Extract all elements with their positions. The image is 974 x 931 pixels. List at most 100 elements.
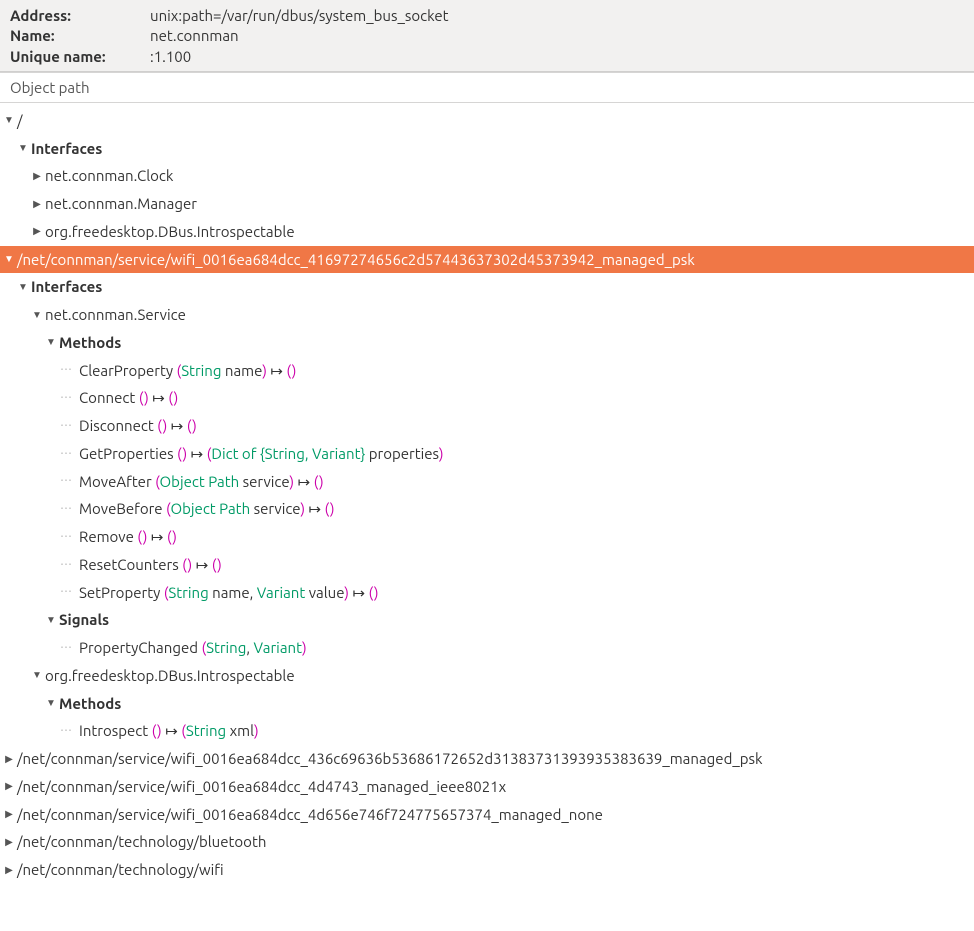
- expand-icon[interactable]: [2, 833, 16, 852]
- tree-node-method[interactable]: ResetCounters () ↦ (): [0, 551, 974, 579]
- tree-node-methods[interactable]: Methods: [0, 690, 974, 718]
- header-name-row: Name: net.connman: [10, 26, 964, 46]
- tree-node-method[interactable]: Disconnect () ↦ (): [0, 412, 974, 440]
- tree-node-method[interactable]: Remove () ↦ (): [0, 523, 974, 551]
- tree-node-service-selected[interactable]: /net/connman/service/wifi_0016ea684dcc_4…: [0, 246, 974, 274]
- tree-guide-icon: [58, 443, 78, 465]
- tree-node-interface[interactable]: net.connman.Manager: [0, 190, 974, 218]
- tree-node-interfaces[interactable]: Interfaces: [0, 273, 974, 301]
- expand-icon[interactable]: [2, 777, 16, 796]
- address-label: Address:: [10, 6, 150, 26]
- method-signature: Disconnect () ↦ (): [78, 412, 197, 440]
- object-tree: / Interfaces net.connman.Clock net.connm…: [0, 103, 974, 894]
- tree-guide-icon: [58, 387, 78, 409]
- tree-node-path[interactable]: /net/connman/service/wifi_0016ea684dcc_4…: [0, 801, 974, 829]
- tree-node-method[interactable]: SetProperty (String name, Variant value)…: [0, 579, 974, 607]
- expand-icon[interactable]: [2, 750, 16, 769]
- tree-node-method[interactable]: MoveBefore (Object Path service) ↦ (): [0, 495, 974, 523]
- method-signature: ClearProperty (String name) ↦ (): [78, 357, 297, 385]
- node-label: /net/connman/service/wifi_0016ea684dcc_4…: [16, 801, 603, 829]
- tree-node-path[interactable]: /net/connman/technology/wifi: [0, 856, 974, 884]
- expand-icon[interactable]: [2, 250, 16, 269]
- unique-name-label: Unique name:: [10, 47, 150, 67]
- name-value: net.connman: [150, 26, 239, 46]
- tree-guide-icon: [58, 526, 78, 548]
- tree-node-method[interactable]: Connect () ↦ (): [0, 384, 974, 412]
- node-label: Interfaces: [30, 273, 102, 301]
- tree-node-interface[interactable]: org.freedesktop.DBus.Introspectable: [0, 662, 974, 690]
- expand-icon[interactable]: [16, 278, 30, 297]
- expand-icon[interactable]: [30, 666, 44, 685]
- method-name: Connect: [79, 389, 135, 406]
- tree-node-method[interactable]: ClearProperty (String name) ↦ (): [0, 357, 974, 385]
- node-label: /net/connman/technology/wifi: [16, 856, 224, 884]
- node-label: /net/connman/service/wifi_0016ea684dcc_4…: [16, 745, 763, 773]
- tree-node-methods[interactable]: Methods: [0, 329, 974, 357]
- column-header-object-path[interactable]: Object path: [0, 72, 974, 103]
- method-name: Introspect: [79, 722, 148, 739]
- method-name: MoveBefore: [79, 500, 163, 517]
- method-signature: MoveAfter (Object Path service) ↦ (): [78, 468, 324, 496]
- address-value: unix:path=/var/run/dbus/system_bus_socke…: [150, 6, 449, 26]
- method-signature: Remove () ↦ (): [78, 523, 177, 551]
- expand-icon[interactable]: [30, 167, 44, 186]
- method-signature: Introspect () ↦ (String xml): [78, 717, 259, 745]
- tree-guide-icon: [58, 415, 78, 437]
- node-label: net.connman.Manager: [44, 190, 197, 218]
- expand-icon[interactable]: [16, 139, 30, 158]
- node-label: Methods: [58, 329, 121, 357]
- tree-node-signals[interactable]: Signals: [0, 606, 974, 634]
- expand-icon[interactable]: [2, 805, 16, 824]
- method-signature: ResetCounters () ↦ (): [78, 551, 222, 579]
- method-signature: SetProperty (String name, Variant value)…: [78, 579, 379, 607]
- method-signature: Connect () ↦ (): [78, 384, 178, 412]
- node-label: Methods: [58, 690, 121, 718]
- node-label: Interfaces: [30, 135, 102, 163]
- tree-guide-icon: [58, 581, 78, 603]
- node-label: Signals: [58, 606, 109, 634]
- tree-guide-icon: [58, 554, 78, 576]
- method-name: ClearProperty: [79, 362, 173, 379]
- tree-guide-icon: [58, 720, 78, 742]
- tree-node-method[interactable]: GetProperties () ↦ (Dict of {String, Var…: [0, 440, 974, 468]
- header-unique-row: Unique name: :1.100: [10, 47, 964, 67]
- tree-node-root[interactable]: /: [0, 107, 974, 135]
- expand-icon[interactable]: [44, 694, 58, 713]
- expand-icon[interactable]: [2, 861, 16, 880]
- expand-icon[interactable]: [30, 306, 44, 325]
- expand-icon[interactable]: [44, 611, 58, 630]
- method-name: Remove: [79, 528, 134, 545]
- tree-guide-icon: [58, 359, 78, 381]
- node-label: /net/connman/technology/bluetooth: [16, 828, 266, 856]
- tree-node-interface[interactable]: net.connman.Service: [0, 301, 974, 329]
- method-name: Disconnect: [79, 417, 154, 434]
- tree-node-signal[interactable]: PropertyChanged (String, Variant): [0, 634, 974, 662]
- tree-node-interface[interactable]: net.connman.Clock: [0, 162, 974, 190]
- tree-guide-icon: [58, 637, 78, 659]
- node-label: net.connman.Service: [44, 301, 186, 329]
- expand-icon[interactable]: [30, 195, 44, 214]
- connection-header: Address: unix:path=/var/run/dbus/system_…: [0, 0, 974, 72]
- tree-node-path[interactable]: /net/connman/technology/bluetooth: [0, 828, 974, 856]
- name-label: Name:: [10, 26, 150, 46]
- method-signature: MoveBefore (Object Path service) ↦ (): [78, 495, 335, 523]
- expand-icon[interactable]: [2, 111, 16, 130]
- expand-icon[interactable]: [44, 333, 58, 352]
- node-label: org.freedesktop.DBus.Introspectable: [44, 662, 295, 690]
- tree-node-method[interactable]: Introspect () ↦ (String xml): [0, 717, 974, 745]
- method-name: SetProperty: [79, 584, 160, 601]
- node-label: org.freedesktop.DBus.Introspectable: [44, 218, 295, 246]
- tree-node-path[interactable]: /net/connman/service/wifi_0016ea684dcc_4…: [0, 773, 974, 801]
- node-label: net.connman.Clock: [44, 162, 173, 190]
- signal-signature: PropertyChanged (String, Variant): [78, 634, 307, 662]
- method-name: ResetCounters: [79, 556, 179, 573]
- tree-node-method[interactable]: MoveAfter (Object Path service) ↦ (): [0, 468, 974, 496]
- expand-icon[interactable]: [30, 222, 44, 241]
- tree-node-path[interactable]: /net/connman/service/wifi_0016ea684dcc_4…: [0, 745, 974, 773]
- signal-name: PropertyChanged: [79, 639, 198, 656]
- tree-guide-icon: [58, 470, 78, 492]
- tree-node-interfaces[interactable]: Interfaces: [0, 135, 974, 163]
- method-name: MoveAfter: [79, 473, 152, 490]
- method-name: GetProperties: [79, 445, 174, 462]
- tree-node-interface[interactable]: org.freedesktop.DBus.Introspectable: [0, 218, 974, 246]
